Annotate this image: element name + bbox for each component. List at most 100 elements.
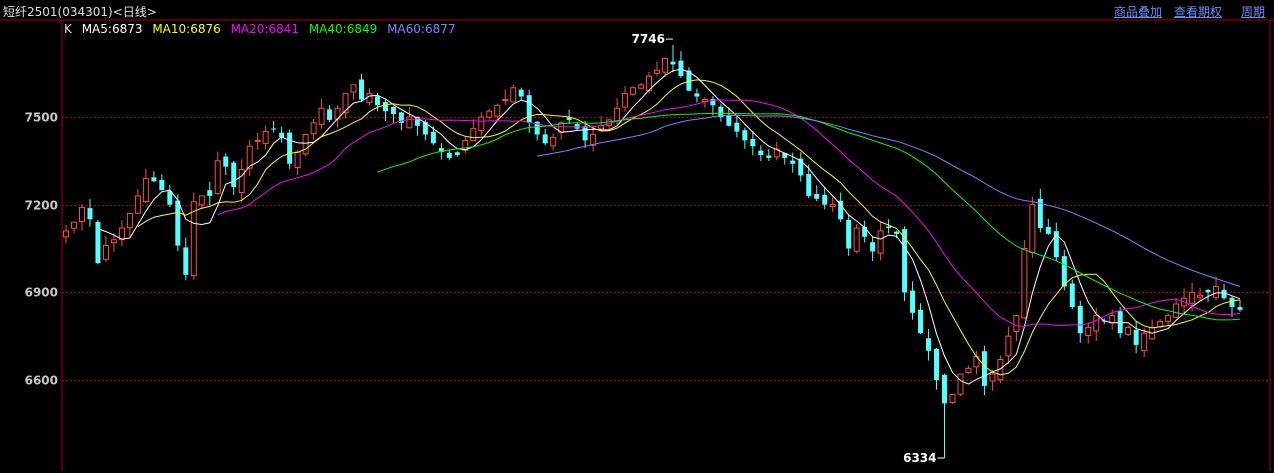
candle-up	[1013, 315, 1020, 332]
candle-down	[327, 109, 333, 120]
candle-up	[510, 87, 517, 103]
candle-down	[750, 139, 756, 147]
candle-down	[382, 102, 388, 112]
candle-up	[957, 373, 964, 395]
candle-down	[734, 122, 740, 132]
candle-up	[494, 104, 501, 117]
candle-down	[870, 242, 876, 252]
candle-up	[614, 107, 621, 122]
candle-up	[214, 160, 221, 194]
candle-down	[223, 156, 229, 167]
candle-down	[151, 177, 157, 182]
candle-up	[877, 230, 884, 254]
candle-up	[486, 110, 493, 118]
candle-up	[1029, 204, 1036, 254]
candle-down	[894, 231, 900, 234]
candle-up	[1189, 291, 1196, 304]
candle-up	[262, 131, 269, 145]
y-axis: 7500 7200 6900 6600	[25, 111, 58, 388]
y-tick-label: 6900	[25, 286, 58, 300]
candle-up	[310, 122, 317, 135]
y-tick-label: 7500	[25, 111, 58, 125]
legend-ma60: MA60:6877	[387, 22, 456, 36]
legend-ma10: MA10:6876	[152, 22, 221, 36]
candle-up	[622, 93, 629, 108]
candle-down	[926, 338, 932, 351]
candle-down	[287, 132, 293, 164]
extreme-markers: 7746 6334	[632, 32, 945, 465]
candle-up	[294, 151, 301, 169]
candle-up	[502, 98, 509, 102]
candle-down	[670, 61, 676, 65]
candle-down	[542, 134, 548, 144]
candle-up	[406, 116, 413, 129]
candle-up	[478, 116, 485, 131]
candle-down	[1061, 256, 1067, 287]
candle-up	[190, 201, 197, 277]
candle-down	[167, 191, 173, 205]
candle-down	[918, 309, 924, 334]
candle-down	[518, 89, 524, 97]
candle-down	[183, 247, 189, 275]
candle-up	[949, 394, 956, 403]
ma10-line	[137, 79, 1241, 376]
candle-down	[846, 219, 852, 249]
candle-down	[1117, 311, 1123, 334]
candle-up	[1213, 285, 1220, 298]
ma-legend: K MA5:6873 MA10:6876 MA20:6841 MA40:6849…	[64, 22, 461, 36]
candle-down	[159, 179, 165, 191]
candle-up	[661, 58, 668, 73]
candle-down	[231, 162, 237, 188]
candle-up	[653, 69, 660, 74]
candle-down	[1077, 305, 1083, 334]
candle-down	[358, 79, 364, 100]
candle-down	[766, 155, 772, 158]
candle-down	[1069, 283, 1075, 307]
candle-down	[678, 60, 684, 77]
candle-down	[1237, 307, 1243, 310]
candle-down	[790, 160, 796, 164]
candle-up	[342, 93, 349, 114]
candle-up	[366, 93, 373, 103]
legend-ma5: MA5:6873	[81, 22, 143, 36]
candle-down	[934, 348, 940, 380]
candle-down	[430, 131, 436, 144]
candle-down	[271, 128, 277, 130]
candle-up	[142, 177, 149, 203]
candle-down	[822, 194, 828, 205]
candle-up	[853, 227, 860, 252]
candle-up	[110, 239, 117, 244]
candle-up	[102, 245, 109, 260]
low-label: 6334	[903, 451, 936, 465]
candle-down	[390, 107, 396, 115]
candle-up	[1141, 332, 1148, 352]
ma60-line	[537, 114, 1241, 287]
candle-down	[862, 227, 868, 237]
candle-down	[1229, 297, 1235, 307]
candle-up	[989, 373, 996, 382]
candle-down	[446, 152, 452, 158]
candle-up	[829, 204, 836, 207]
candle-up	[630, 87, 637, 95]
candle-up	[1165, 315, 1172, 322]
candle-up	[1173, 303, 1180, 318]
candle-up	[1125, 326, 1132, 335]
candlestick-chart: 7500 7200 6900 6600 7746 6334	[0, 19, 1274, 471]
candle-up	[198, 195, 205, 206]
moving-averages	[97, 68, 1241, 385]
candle-up	[78, 207, 85, 222]
candle-up	[470, 128, 477, 142]
y-tick-label: 6600	[25, 374, 58, 388]
candle-down	[374, 96, 380, 106]
y-tick-label: 7200	[25, 199, 58, 213]
legend-ma40: MA40:6849	[308, 22, 378, 36]
candle-up	[350, 84, 357, 93]
candle-down	[902, 229, 908, 293]
candle-up	[1093, 315, 1100, 332]
candle-up	[318, 107, 325, 125]
candle-up	[126, 212, 133, 229]
candle-down	[175, 200, 181, 246]
candle-up	[134, 195, 141, 214]
candle-up	[70, 221, 77, 229]
candle-down	[910, 290, 916, 313]
